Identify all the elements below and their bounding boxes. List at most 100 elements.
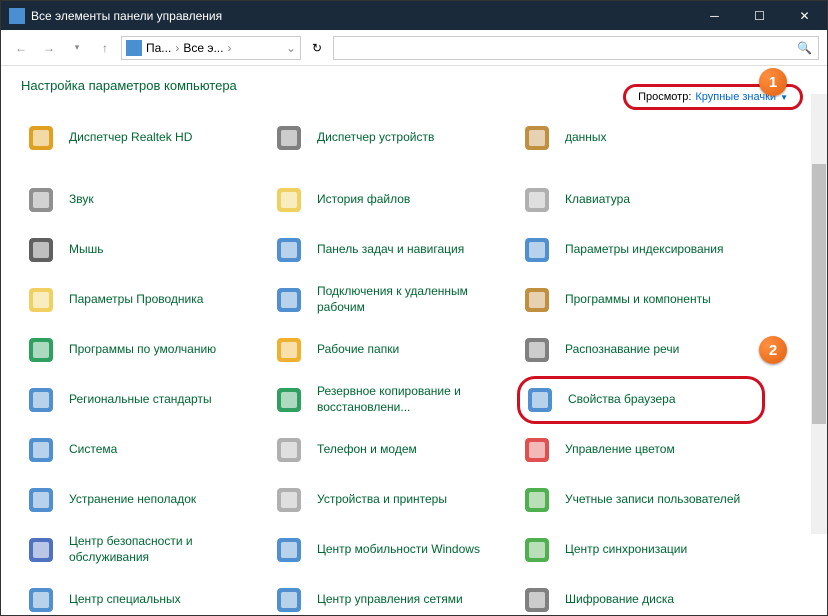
control-panel-item[interactable]: Диспетчер Realtek HD <box>21 126 269 150</box>
scrollbar-thumb[interactable] <box>812 164 826 424</box>
control-panel-item[interactable]: Распознавание речи <box>517 326 765 374</box>
control-panel-item[interactable]: Программы и компоненты <box>517 276 765 324</box>
control-panel-item[interactable]: Центр синхронизации <box>517 526 765 574</box>
minimize-button[interactable]: ─ <box>692 1 737 30</box>
control-panel-item[interactable]: Региональные стандарты <box>21 376 269 424</box>
item-icon <box>25 434 57 466</box>
control-panel-item[interactable]: Свойства браузера <box>517 376 765 424</box>
item-icon <box>273 234 305 266</box>
item-label: Программы и компоненты <box>565 292 711 308</box>
item-label: История файлов <box>317 192 410 208</box>
item-label: Центр синхронизации <box>565 542 687 558</box>
maximize-button[interactable]: ☐ <box>737 1 782 30</box>
item-icon <box>273 284 305 316</box>
control-panel-item[interactable]: Параметры индексирования <box>517 226 765 274</box>
control-panel-item[interactable]: Устранение неполадок <box>21 476 269 524</box>
item-icon <box>25 384 57 416</box>
search-icon: 🔍 <box>797 41 812 55</box>
control-panel-item[interactable]: Шифрование диска <box>517 576 765 615</box>
control-panel-item[interactable]: История файлов <box>269 176 517 224</box>
item-icon <box>273 384 305 416</box>
control-panel-item[interactable]: Подключения к удаленным рабочим <box>269 276 517 324</box>
control-panel-item[interactable]: Резервное копирование и восстановлени... <box>269 376 517 424</box>
item-label: данных <box>565 130 607 146</box>
recent-button[interactable]: ▾ <box>65 36 89 60</box>
item-icon <box>25 334 57 366</box>
item-label: Устранение неполадок <box>69 492 196 508</box>
item-icon <box>25 534 57 566</box>
control-panel-item[interactable]: Диспетчер устройств <box>269 126 517 150</box>
item-label: Диспетчер устройств <box>317 130 434 146</box>
page-title: Настройка параметров компьютера <box>21 78 237 93</box>
item-icon <box>273 122 305 154</box>
item-label: Центр специальных <box>69 592 181 608</box>
control-panel-item[interactable]: Центр специальных <box>21 576 269 615</box>
item-icon <box>521 334 553 366</box>
control-panel-item[interactable]: Центр безопасности и обслуживания <box>21 526 269 574</box>
item-label: Управление цветом <box>565 442 675 458</box>
item-label: Диспетчер Realtek HD <box>69 130 192 146</box>
control-panel-item[interactable]: Телефон и модем <box>269 426 517 474</box>
item-label: Свойства браузера <box>568 392 676 408</box>
item-label: Панель задач и навигация <box>317 242 464 258</box>
item-icon <box>25 484 57 516</box>
item-icon <box>521 184 553 216</box>
back-button[interactable]: ← <box>9 36 33 60</box>
item-label: Программы по умолчанию <box>69 342 216 358</box>
item-icon <box>25 584 57 615</box>
breadcrumb[interactable]: Па... › Все э... › ⌄ <box>121 36 301 60</box>
chevron-down-icon[interactable]: ⌄ <box>286 41 296 55</box>
close-button[interactable]: ✕ <box>782 1 827 30</box>
control-panel-item[interactable]: Система <box>21 426 269 474</box>
control-panel-item[interactable]: Устройства и принтеры <box>269 476 517 524</box>
vertical-scrollbar[interactable] <box>811 94 827 534</box>
control-panel-item[interactable]: Панель задач и навигация <box>269 226 517 274</box>
up-button[interactable]: ↑ <box>93 36 117 60</box>
control-panel-item[interactable]: Центр мобильности Windows <box>269 526 517 574</box>
navigation-toolbar: ← → ▾ ↑ Па... › Все э... › ⌄ ↻ 🔍 <box>1 30 827 66</box>
item-icon <box>273 434 305 466</box>
item-label: Телефон и модем <box>317 442 417 458</box>
control-panel-item[interactable]: Центр управления сетями <box>269 576 517 615</box>
control-panel-item[interactable]: Программы по умолчанию <box>21 326 269 374</box>
content-area: Настройка параметров компьютера Просмотр… <box>1 66 827 615</box>
item-icon <box>521 534 553 566</box>
item-label: Учетные записи пользователей <box>565 492 740 508</box>
search-input[interactable]: 🔍 <box>333 36 819 60</box>
control-panel-item[interactable]: Рабочие папки <box>269 326 517 374</box>
item-icon <box>521 284 553 316</box>
control-panel-item[interactable]: Управление цветом <box>517 426 765 474</box>
forward-button[interactable]: → <box>37 36 61 60</box>
item-label: Региональные стандарты <box>69 392 212 408</box>
item-icon <box>521 434 553 466</box>
annotation-badge-2: 2 <box>759 336 787 364</box>
item-icon <box>273 334 305 366</box>
item-label: Клавиатура <box>565 192 630 208</box>
item-icon <box>273 484 305 516</box>
item-label: Центр управления сетями <box>317 592 463 608</box>
breadcrumb-part[interactable]: Все э... <box>183 41 223 55</box>
breadcrumb-part[interactable]: Па... <box>146 41 171 55</box>
item-icon <box>521 484 553 516</box>
chevron-right-icon: › <box>175 41 179 55</box>
item-icon <box>273 584 305 615</box>
item-label: Подключения к удаленным рабочим <box>317 284 497 315</box>
control-panel-item[interactable]: Учетные записи пользователей <box>517 476 765 524</box>
control-panel-icon <box>9 8 25 24</box>
item-label: Распознавание речи <box>565 342 679 358</box>
item-label: Центр мобильности Windows <box>317 542 480 558</box>
item-label: Шифрование диска <box>565 592 674 608</box>
item-icon <box>524 384 556 416</box>
item-label: Мышь <box>69 242 104 258</box>
control-panel-item[interactable]: Звук <box>21 176 269 224</box>
control-panel-item[interactable]: данных <box>517 126 765 150</box>
titlebar: Все элементы панели управления ─ ☐ ✕ <box>1 1 827 30</box>
item-label: Резервное копирование и восстановлени... <box>317 384 497 415</box>
item-icon <box>25 284 57 316</box>
control-panel-item[interactable]: Клавиатура <box>517 176 765 224</box>
refresh-button[interactable]: ↻ <box>305 36 329 60</box>
item-label: Параметры индексирования <box>565 242 723 258</box>
control-panel-item[interactable]: Параметры Проводника <box>21 276 269 324</box>
item-icon <box>25 184 57 216</box>
control-panel-item[interactable]: Мышь <box>21 226 269 274</box>
